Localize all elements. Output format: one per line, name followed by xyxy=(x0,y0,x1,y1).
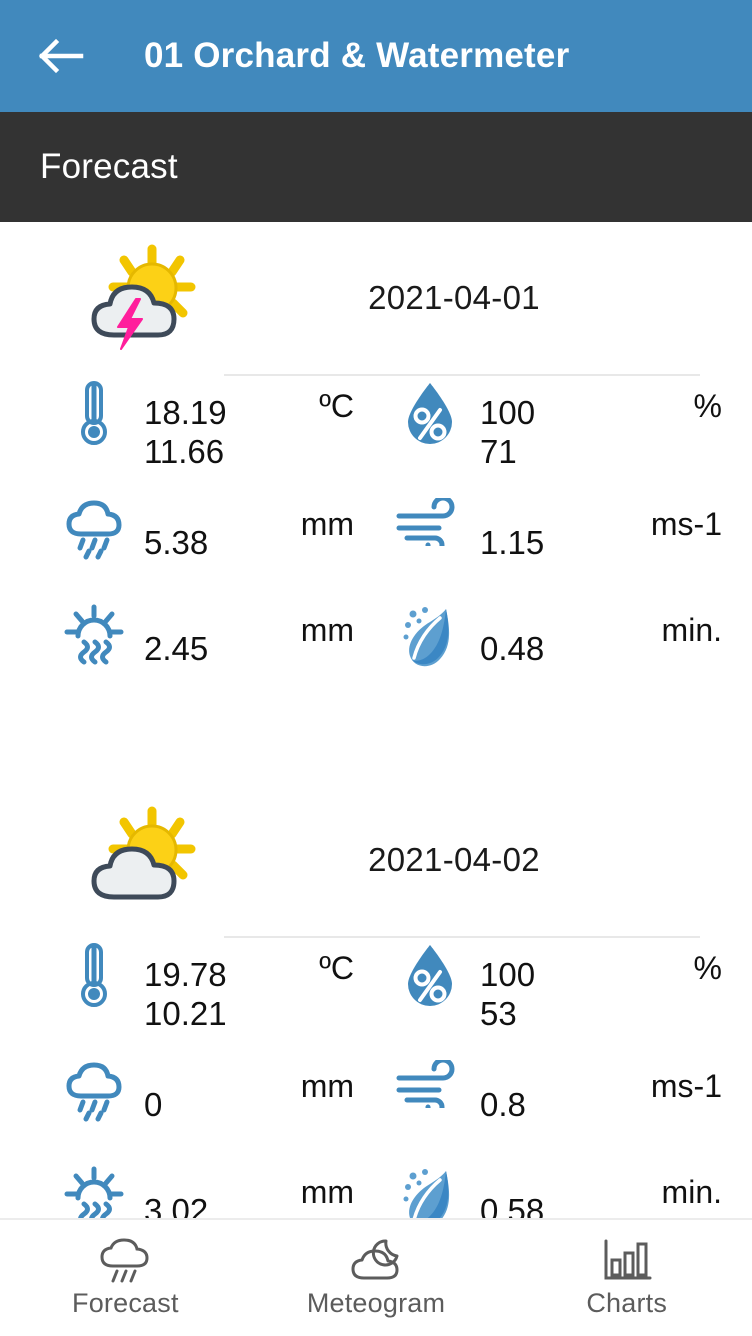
irrigation-value: 0.48 xyxy=(480,630,545,667)
rain-cloud-icon xyxy=(58,1056,130,1130)
wind-unit: ms-1 xyxy=(650,506,722,542)
temp-max: 18.19 xyxy=(144,394,227,431)
irrigation-leaf-icon xyxy=(394,1162,466,1218)
forecast-day-card[interactable]: 2021-04-02 19.78 10.21 ºC 100 53 % 0 mm … xyxy=(0,784,752,1218)
moon-cloud-icon xyxy=(348,1238,404,1284)
metric-row-precip-wind: 5.38 mm 1.15 ms-1 xyxy=(0,494,752,600)
humidity-max: 100 xyxy=(480,394,536,431)
humidity-values: 100 71 xyxy=(480,376,535,472)
card-header: 2021-04-02 xyxy=(0,784,752,936)
temp-min: 10.21 xyxy=(144,994,227,1032)
app-bar: 01 Orchard & Watermeter xyxy=(0,0,752,112)
precipitation-unit: mm xyxy=(300,1068,354,1104)
temperature-unit: ºC xyxy=(319,950,354,986)
thermometer-icon xyxy=(58,938,130,1012)
page-title: 01 Orchard & Watermeter xyxy=(144,36,570,75)
sun-cloud-lightning-icon xyxy=(80,243,208,353)
nav-item-charts[interactable]: Charts xyxy=(501,1238,752,1319)
wind-values: 0.8 xyxy=(480,1056,526,1125)
irrigation-leaf-icon xyxy=(394,600,466,674)
metric-temperature: 18.19 11.66 ºC xyxy=(58,376,394,472)
rain-cloud-icon xyxy=(97,1237,153,1284)
metric-row-temp-humidity: 18.19 11.66 ºC 100 71 % xyxy=(0,376,752,494)
metric-evaporation: 2.45 mm xyxy=(58,600,394,674)
humidity-values: 100 53 xyxy=(480,938,535,1034)
precipitation-values: 5.38 xyxy=(144,494,208,563)
section-tab-bar: Forecast xyxy=(0,112,752,222)
temp-min: 11.66 xyxy=(144,432,225,470)
humidity-droplet-percent-icon xyxy=(394,938,466,1012)
metric-row-temp-humidity: 19.78 10.21 ºC 100 53 % xyxy=(0,938,752,1056)
tab-forecast[interactable]: Forecast xyxy=(40,147,178,187)
evaporation-value: 2.45 xyxy=(144,630,209,667)
forecast-date: 2021-04-02 xyxy=(368,841,540,878)
wind-unit: ms-1 xyxy=(650,1068,722,1104)
metric-humidity: 100 71 % xyxy=(394,376,730,472)
wind-values: 1.15 xyxy=(480,494,544,563)
nav-label-meteogram: Meteogram xyxy=(306,1287,446,1318)
wind-icon xyxy=(394,1056,466,1130)
metric-evaporation: 3.02 mm xyxy=(58,1162,394,1218)
metric-wind: 0.8 ms-1 xyxy=(394,1056,730,1130)
forecast-list[interactable]: 2021-04-01 18.19 11.66 ºC 100 71 % 5.38 … xyxy=(0,222,752,1218)
evaporation-values: 3.02 xyxy=(144,1162,208,1218)
metric-humidity: 100 53 % xyxy=(394,938,730,1034)
metric-precipitation: 5.38 mm xyxy=(58,494,394,568)
irrigation-unit: min. xyxy=(661,1174,722,1210)
irrigation-value: 0.58 xyxy=(480,1192,545,1218)
temp-max: 19.78 xyxy=(144,956,227,993)
metric-temperature: 19.78 10.21 ºC xyxy=(58,938,394,1034)
sun-evaporation-icon xyxy=(58,1162,130,1218)
metric-row-precip-wind: 0 mm 0.8 ms-1 xyxy=(0,1056,752,1162)
nav-item-meteogram[interactable]: Meteogram xyxy=(251,1238,502,1319)
metric-irrigation: 0.48 min. xyxy=(394,600,730,674)
nav-item-forecast[interactable]: Forecast xyxy=(0,1237,251,1319)
temperature-values: 18.19 11.66 xyxy=(144,376,227,472)
temperature-values: 19.78 10.21 xyxy=(144,938,227,1034)
metric-row-evap-irrigation: 3.02 mm 0.58 min. xyxy=(0,1162,752,1218)
sun-behind-cloud-icon xyxy=(80,805,208,915)
card-spacer xyxy=(0,706,752,784)
wind-icon xyxy=(394,494,466,568)
metric-precipitation: 0 mm xyxy=(58,1056,394,1130)
precipitation-values: 0 xyxy=(144,1056,162,1125)
metric-row-evap-irrigation: 2.45 mm 0.48 min. xyxy=(0,600,752,706)
irrigation-unit: min. xyxy=(661,612,722,648)
forecast-date: 2021-04-01 xyxy=(368,279,540,316)
humidity-min: 71 xyxy=(480,432,517,470)
card-header: 2021-04-01 xyxy=(0,222,752,374)
precipitation-value: 0 xyxy=(144,1086,163,1123)
humidity-unit: % xyxy=(693,388,722,424)
app-root: 01 Orchard & Watermeter Forecast 2021-04… xyxy=(0,0,752,1336)
humidity-droplet-percent-icon xyxy=(394,376,466,450)
irrigation-values: 0.48 xyxy=(480,600,544,669)
precipitation-unit: mm xyxy=(300,506,354,542)
precipitation-value: 5.38 xyxy=(144,524,209,561)
irrigation-values: 0.58 xyxy=(480,1162,544,1218)
arrow-left-icon xyxy=(39,38,84,74)
wind-value: 0.8 xyxy=(480,1086,526,1123)
evaporation-value: 3.02 xyxy=(144,1192,209,1218)
metric-irrigation: 0.58 min. xyxy=(394,1162,730,1218)
humidity-min: 53 xyxy=(480,994,517,1032)
evaporation-values: 2.45 xyxy=(144,600,208,669)
humidity-max: 100 xyxy=(480,956,536,993)
humidity-unit: % xyxy=(693,950,722,986)
sun-evaporation-icon xyxy=(58,600,130,674)
nav-label-charts: Charts xyxy=(586,1287,668,1318)
nav-label-forecast: Forecast xyxy=(72,1287,179,1318)
evaporation-unit: mm xyxy=(300,1174,354,1210)
evaporation-unit: mm xyxy=(300,612,354,648)
temperature-unit: ºC xyxy=(319,388,354,424)
forecast-day-card[interactable]: 2021-04-01 18.19 11.66 ºC 100 71 % 5.38 … xyxy=(0,222,752,784)
wind-value: 1.15 xyxy=(480,524,545,561)
bottom-navigation: Forecast Meteogram Charts xyxy=(0,1218,752,1336)
bar-chart-icon xyxy=(601,1238,653,1284)
back-button[interactable] xyxy=(34,28,90,84)
thermometer-icon xyxy=(58,376,130,450)
rain-cloud-icon xyxy=(58,494,130,568)
metric-wind: 1.15 ms-1 xyxy=(394,494,730,568)
